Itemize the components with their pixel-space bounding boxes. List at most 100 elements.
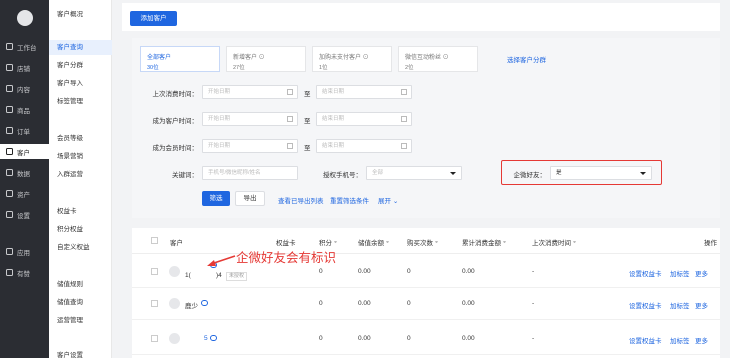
last-purchase-value: - xyxy=(532,335,535,342)
sidebar-item-goods[interactable]: 商品 xyxy=(0,102,49,117)
phone-select[interactable]: 全部 xyxy=(366,166,462,180)
reset-filters-link[interactable]: 重置筛选条件 xyxy=(330,195,369,205)
customer-table: 客户 权益卡 积分 储值余额 购买次数 累计消费金额 上次消费时间 操作 1( … xyxy=(132,228,720,358)
chevron-down-icon: ⌄ xyxy=(392,198,399,205)
last-purchase-end[interactable]: 结束日期 xyxy=(316,85,412,99)
sidebar-item-youzan[interactable]: 有赞 xyxy=(0,265,49,280)
range-separator: 至 xyxy=(304,91,311,98)
calendar-icon xyxy=(287,116,293,122)
select-all-checkbox[interactable] xyxy=(151,237,158,244)
more-link[interactable]: 更多 xyxy=(695,335,708,345)
keyword-input[interactable]: 手机号/微信昵称/姓名 xyxy=(202,166,298,180)
row-checkbox[interactable] xyxy=(151,335,158,342)
became-member-end[interactable]: 结束日期 xyxy=(316,139,412,153)
total-spent-value: 0.00 xyxy=(462,335,475,342)
last-purchase-start[interactable]: 开始日期 xyxy=(202,85,298,99)
sidebar-item-assets[interactable]: 资产 xyxy=(0,186,49,201)
chart-icon xyxy=(6,169,13,176)
total-spent-value: 0.00 xyxy=(462,300,475,307)
purchases-value: 0 xyxy=(407,268,411,275)
subnav-customer-query[interactable]: 客户查询 xyxy=(49,40,112,55)
subnav-tags[interactable]: 标签管理 xyxy=(49,94,112,109)
add-tag-link[interactable]: 加标签 xyxy=(670,268,690,278)
balance-value: 0.00 xyxy=(358,335,371,342)
avatar xyxy=(169,298,180,309)
set-card-link[interactable]: 设置权益卡 xyxy=(629,300,662,310)
became-customer-end[interactable]: 结束日期 xyxy=(316,112,412,126)
calendar-icon xyxy=(287,89,293,95)
user-icon xyxy=(6,148,13,155)
sort-icon xyxy=(334,240,337,246)
select-segment-link[interactable]: 选择客户分群 xyxy=(507,54,546,64)
shop-logo[interactable] xyxy=(17,10,33,26)
calendar-icon xyxy=(287,143,293,149)
became-customer-start[interactable]: 开始日期 xyxy=(202,112,298,126)
subnav-member-levels[interactable]: 会员等级 xyxy=(49,131,112,146)
balance-value: 0.00 xyxy=(358,268,371,275)
more-link[interactable]: 更多 xyxy=(695,268,708,278)
calendar-icon xyxy=(401,89,407,95)
subnav-scene-marketing[interactable]: 场景营销 xyxy=(49,149,112,164)
main-content: 添加客户 全部客户 30位 新增客户 ⊙ 27位 加购未支付客户 ⊙ 1位 微信互动粉… xyxy=(112,0,730,358)
order-icon xyxy=(6,127,13,134)
set-card-link[interactable]: 设置权益卡 xyxy=(629,268,662,278)
add-tag-link[interactable]: 加标签 xyxy=(670,300,690,310)
calendar-icon xyxy=(401,116,407,122)
customer-name-suffix: )4 xyxy=(216,272,222,279)
col-benefit-card: 权益卡 xyxy=(276,240,296,247)
sidebar-item-apps[interactable]: 应用 xyxy=(0,244,49,259)
add-tag-link[interactable]: 加标签 xyxy=(670,335,690,345)
tab-new-customers[interactable]: 新增客户 ⊙ 27位 xyxy=(226,46,306,72)
annotation-arrow xyxy=(207,255,236,266)
col-balance[interactable]: 储值余额 xyxy=(358,237,389,247)
expand-link[interactable]: 展开 ⌄ xyxy=(378,195,398,205)
col-total-spent[interactable]: 累计消费金额 xyxy=(462,237,506,247)
tab-cart-unpaid[interactable]: 加购未支付客户 ⊙ 1位 xyxy=(312,46,392,72)
subnav-segments[interactable]: 客户分群 xyxy=(49,58,112,73)
export-button[interactable]: 导出 xyxy=(235,191,265,206)
subnav-group-ops[interactable]: 入群运营 xyxy=(49,167,112,182)
sidebar-item-customers[interactable]: 客户 xyxy=(0,144,49,159)
became-member-start[interactable]: 开始日期 xyxy=(202,139,298,153)
customer-name[interactable]: 1( xyxy=(185,272,191,279)
more-link[interactable]: 更多 xyxy=(695,300,708,310)
became-member-label: 成为会员时间： xyxy=(152,145,199,152)
tab-all-customers[interactable]: 全部客户 30位 xyxy=(140,46,220,72)
store-icon xyxy=(6,64,13,71)
subnav-stored-query[interactable]: 储值查询 xyxy=(49,295,112,310)
tab-wechat-fans[interactable]: 微信互动粉丝 ⊙ 2位 xyxy=(398,46,478,72)
youzan-icon xyxy=(6,269,13,276)
view-exports-link[interactable]: 查看已导出列表 xyxy=(278,195,324,205)
apps-icon xyxy=(6,248,13,255)
filter-button[interactable]: 筛选 xyxy=(202,191,230,206)
sidebar-item-settings[interactable]: 设置 xyxy=(0,207,49,222)
gear-icon xyxy=(6,211,13,218)
row-checkbox[interactable] xyxy=(151,268,158,275)
col-points[interactable]: 积分 xyxy=(319,237,337,247)
subnav-benefit-card[interactable]: 权益卡 xyxy=(49,204,112,219)
subnav-stored-rules[interactable]: 储值规则 xyxy=(49,277,112,292)
subnav-custom-benefits[interactable]: 自定义权益 xyxy=(49,240,112,255)
avatar xyxy=(169,266,180,277)
col-last-purchase[interactable]: 上次消费时间 xyxy=(532,237,576,247)
filter-panel: 全部客户 30位 新增客户 ⊙ 27位 加购未支付客户 ⊙ 1位 微信互动粉丝 ⊙ 2位… xyxy=(132,38,720,218)
subnav-points[interactable]: 积分权益 xyxy=(49,222,112,237)
customer-name[interactable]: 鹿少 xyxy=(185,300,198,310)
col-purchases[interactable]: 购买次数 xyxy=(407,237,438,247)
row-checkbox[interactable] xyxy=(151,300,158,307)
sidebar-item-workbench[interactable]: 工作台 xyxy=(0,39,49,54)
add-customer-button[interactable]: 添加客户 xyxy=(130,11,177,26)
subnav-customer-settings[interactable]: 客户设置 xyxy=(49,348,112,358)
sidebar-item-data[interactable]: 数据 xyxy=(0,165,49,180)
chevron-down-icon xyxy=(450,172,456,175)
subnav-overview[interactable]: 客户概况 xyxy=(49,7,112,22)
sidebar-item-store[interactable]: 店铺 xyxy=(0,60,49,75)
subnav-import[interactable]: 客户导入 xyxy=(49,76,112,91)
avatar xyxy=(169,333,180,344)
sidebar-item-orders[interactable]: 订单 xyxy=(0,123,49,138)
set-card-link[interactable]: 设置权益卡 xyxy=(629,335,662,345)
sidebar-item-content[interactable]: 内容 xyxy=(0,81,49,96)
subnav-operations[interactable]: 运营管理 xyxy=(49,313,112,328)
wecom-icon xyxy=(210,335,217,341)
toolbar: 添加客户 xyxy=(122,3,720,31)
